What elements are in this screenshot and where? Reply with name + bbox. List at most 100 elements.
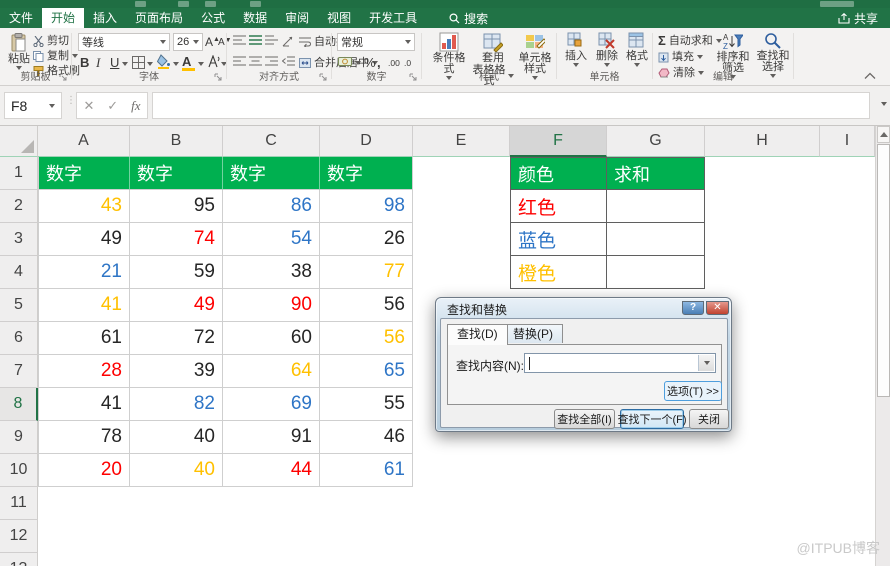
find-what-input[interactable] [524,353,716,373]
cell-B8[interactable]: 82 [130,388,223,421]
row-header-7[interactable]: 7 [0,355,38,388]
cell-F4[interactable]: 橙色 [510,256,607,289]
vertical-scrollbar[interactable] [875,126,890,566]
font-size-combo[interactable]: 26 [173,33,203,51]
cell-C9[interactable]: 91 [223,421,320,454]
insert-cells-button[interactable]: 插入 [562,32,590,67]
dialog-close-button[interactable]: ✕ [706,301,729,315]
cell-D5[interactable]: 56 [320,289,413,322]
find-replace-dialog[interactable]: 查找和替换 ? ✕ 查找(D) 替换(P) 查找内容(N): 选项(T) >> … [435,297,732,432]
scrollbar-thumb[interactable] [877,144,890,397]
ribbon-tab-开始[interactable]: 开始 [42,8,85,28]
cell-G1[interactable]: 求和 [607,157,705,190]
cell-A6[interactable]: 61 [38,322,130,355]
font-dialog-launcher[interactable] [214,73,223,82]
clipboard-dialog-launcher[interactable] [59,73,68,82]
tell-me-search[interactable]: 搜索 [440,8,497,28]
row-header-3[interactable]: 3 [0,223,38,256]
align-top-icon[interactable] [233,35,246,46]
row-header-13[interactable]: 13 [0,553,38,566]
close-button[interactable]: 关闭 [689,409,729,429]
cell-C10[interactable]: 44 [223,454,320,487]
row-header-10[interactable]: 10 [0,454,38,487]
formula-input[interactable] [152,92,870,119]
decrease-decimal-button[interactable]: .0 [404,58,411,68]
collapse-ribbon-icon[interactable] [864,72,876,80]
fill-color-icon[interactable] [157,54,171,69]
fill-color-dropdown[interactable] [173,62,179,66]
cell-A1[interactable]: 数字 [38,157,130,190]
row-header-12[interactable]: 12 [0,520,38,553]
cell-A5[interactable]: 41 [38,289,130,322]
cell-A9[interactable]: 78 [38,421,130,454]
cell-B1[interactable]: 数字 [130,157,223,190]
cell-C2[interactable]: 86 [223,190,320,223]
ribbon-tab-审阅[interactable]: 审阅 [276,8,318,28]
cell-A8[interactable]: 41 [38,388,130,421]
cell-D7[interactable]: 65 [320,355,413,388]
cell-D9[interactable]: 46 [320,421,413,454]
column-header-I[interactable]: I [820,126,875,157]
expand-formula-bar-icon[interactable] [881,102,887,106]
delete-cells-button[interactable]: 删除 [593,32,621,67]
cell-G2[interactable] [607,190,705,223]
cell-D6[interactable]: 56 [320,322,413,355]
cell-B2[interactable]: 95 [130,190,223,223]
borders-dropdown[interactable] [147,62,153,66]
cell-A7[interactable]: 28 [38,355,130,388]
cut-button[interactable]: 剪切 [33,34,69,48]
ribbon-tab-文件[interactable]: 文件 [0,8,42,28]
cell-D1[interactable]: 数字 [320,157,413,190]
cell-D10[interactable]: 61 [320,454,413,487]
orientation-icon[interactable] [282,34,295,47]
cell-B3[interactable]: 74 [130,223,223,256]
align-right-icon[interactable] [265,56,278,67]
find-what-dropdown[interactable] [698,355,714,371]
font-name-combo[interactable]: 等线 [78,33,170,51]
cell-B7[interactable]: 39 [130,355,223,388]
cell-C8[interactable]: 69 [223,388,320,421]
cell-C6[interactable]: 60 [223,322,320,355]
ribbon-tab-插入[interactable]: 插入 [84,8,126,28]
options-button[interactable]: 选项(T) >> [664,381,722,401]
row-header-9[interactable]: 9 [0,421,38,454]
cell-G4[interactable] [607,256,705,289]
align-left-icon[interactable] [233,56,246,67]
fill-button[interactable]: 填充 [658,50,703,64]
column-header-E[interactable]: E [413,126,510,157]
row-header-6[interactable]: 6 [0,322,38,355]
cell-D3[interactable]: 26 [320,223,413,256]
find-all-button[interactable]: 查找全部(I) [554,409,615,429]
name-box-dropdown[interactable] [49,103,55,108]
row-header-8[interactable]: 8 [0,388,38,421]
row-header-1[interactable]: 1 [0,157,38,190]
increase-decimal-button[interactable]: .00 [388,58,400,68]
cell-A4[interactable]: 21 [38,256,130,289]
find-next-button[interactable]: 查找下一个(F) [617,409,687,429]
cell-B6[interactable]: 72 [130,322,223,355]
cell-B10[interactable]: 40 [130,454,223,487]
cell-D2[interactable]: 98 [320,190,413,223]
column-header-H[interactable]: H [705,126,820,157]
column-header-B[interactable]: B [130,126,223,157]
cell-F3[interactable]: 蓝色 [510,223,607,256]
align-middle-icon[interactable] [249,35,262,46]
paste-button[interactable]: 粘贴 [6,33,32,70]
row-header-5[interactable]: 5 [0,289,38,322]
name-box[interactable]: F8 [4,92,62,119]
cell-D8[interactable]: 55 [320,388,413,421]
align-center-icon[interactable] [249,56,262,67]
column-header-A[interactable]: A [38,126,130,157]
format-cells-button[interactable]: 格式 [623,32,651,67]
cell-A10[interactable]: 20 [38,454,130,487]
ribbon-tab-视图[interactable]: 视图 [318,8,360,28]
row-header-11[interactable]: 11 [0,487,38,520]
cell-C3[interactable]: 54 [223,223,320,256]
font-color-dropdown[interactable] [198,62,204,66]
column-header-F[interactable]: F [510,126,607,157]
accounting-format-icon[interactable] [338,56,353,67]
cell-A2[interactable]: 43 [38,190,130,223]
accounting-dropdown[interactable] [355,61,361,65]
dialog-help-button[interactable]: ? [682,301,704,315]
cell-F1[interactable]: 颜色 [510,157,607,190]
